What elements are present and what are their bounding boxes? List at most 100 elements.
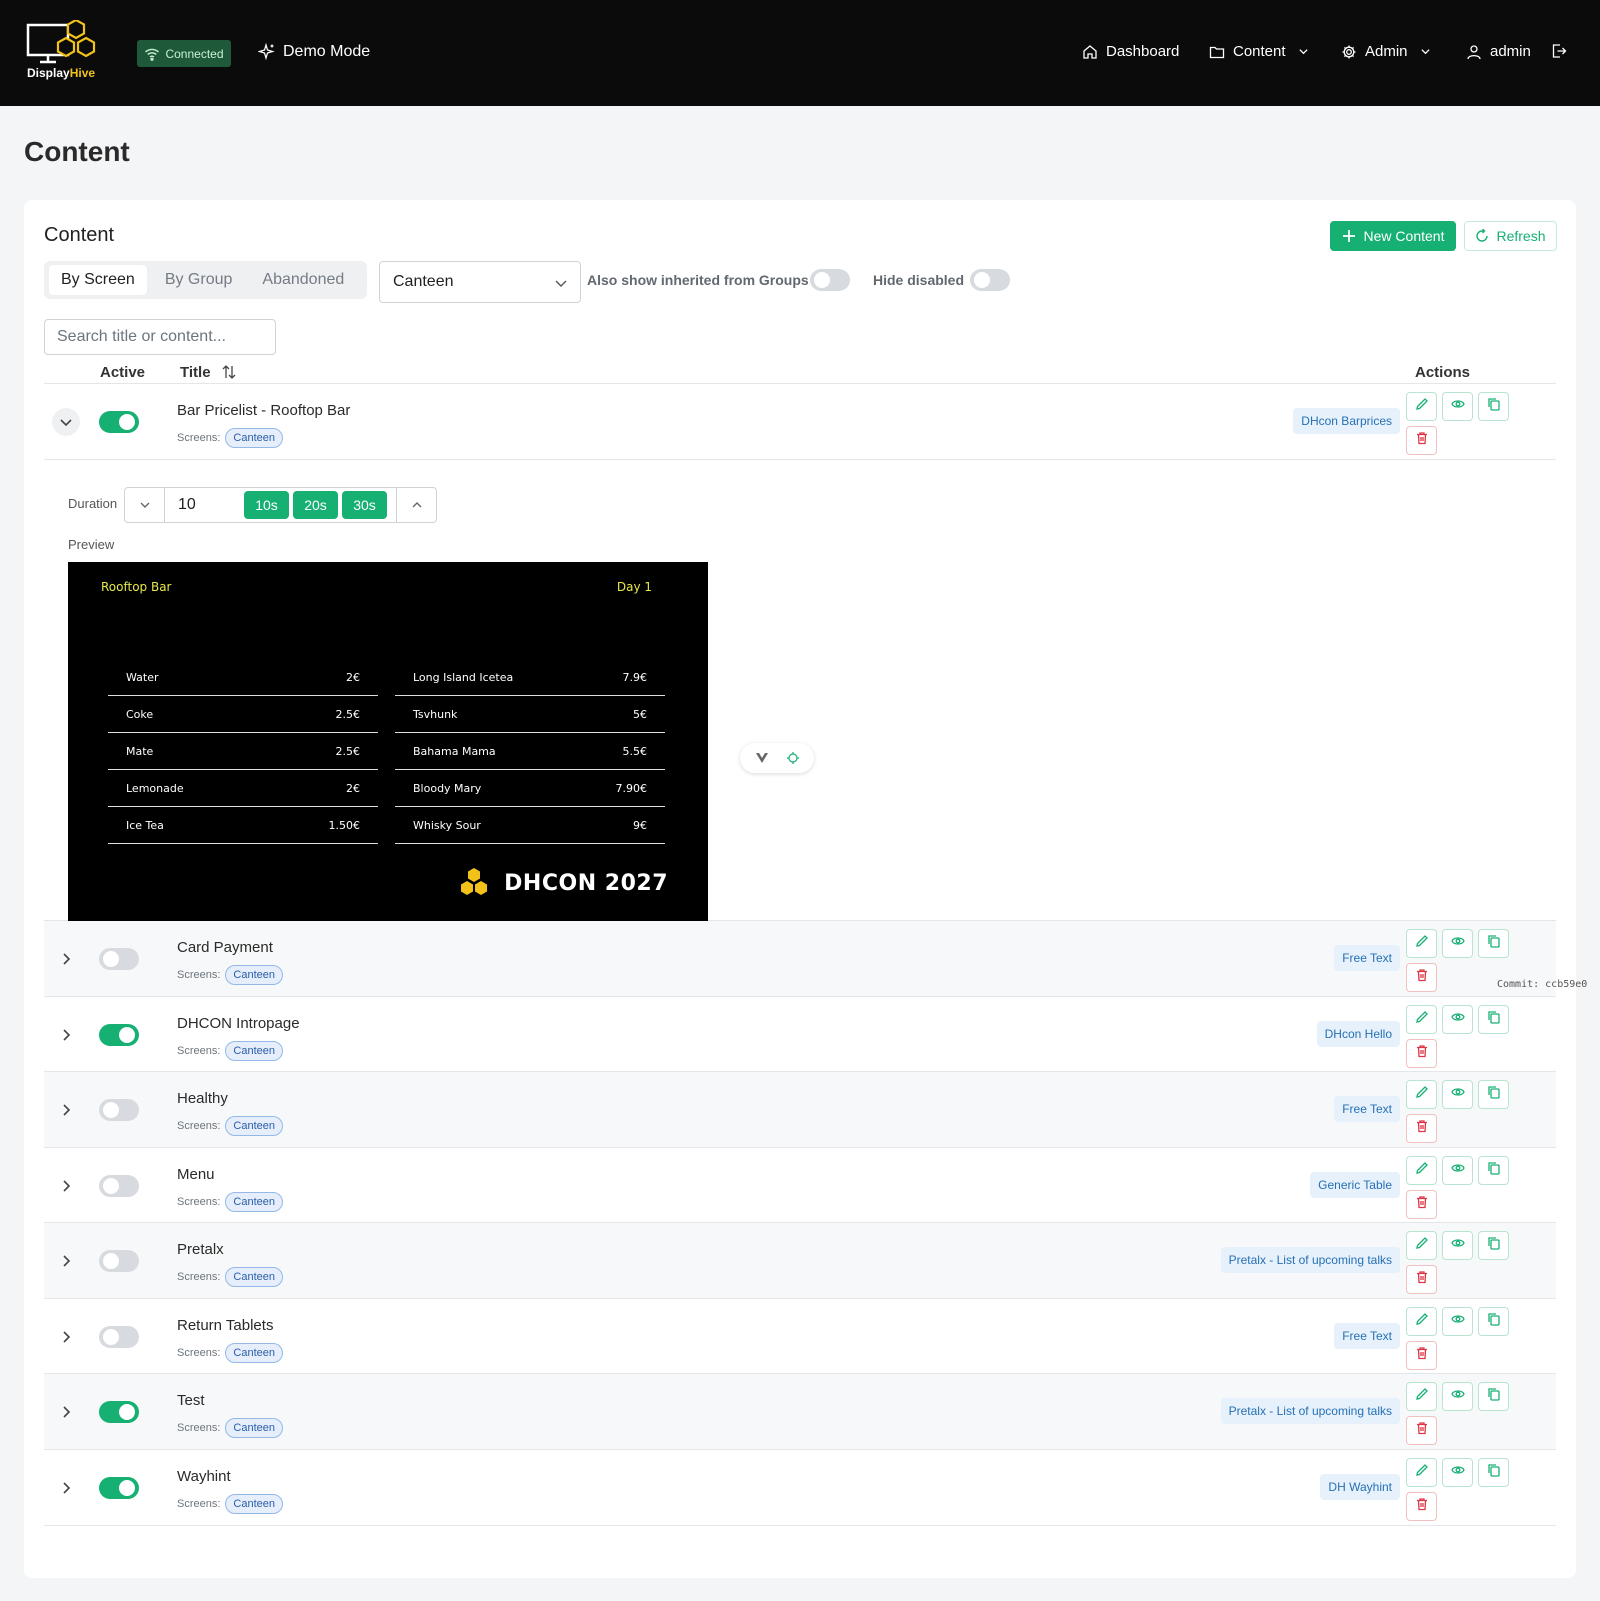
tab-by-group[interactable]: By Group [153,265,245,295]
delete-button[interactable] [1406,1038,1437,1068]
preview-button[interactable] [1442,929,1473,958]
row-expand-toggle[interactable] [54,1476,78,1500]
nav-user-menu[interactable]: admin [1466,43,1531,60]
duration-input[interactable]: 10 [178,496,196,514]
row-expand-toggle[interactable] [54,1023,78,1047]
logout-button[interactable] [1551,43,1567,59]
duplicate-button[interactable] [1478,1382,1509,1411]
search-input[interactable] [44,319,276,355]
row-expand-toggle[interactable] [54,1325,78,1349]
edit-button[interactable] [1406,929,1437,958]
preview-button[interactable] [1442,1080,1473,1109]
delete-button[interactable] [1406,1265,1437,1294]
refresh-button[interactable]: Refresh [1464,221,1557,251]
preview-button[interactable] [1442,1231,1473,1260]
screen-chip[interactable]: Canteen [225,1040,284,1061]
row-active-toggle[interactable] [99,411,139,433]
row-expand-toggle[interactable] [54,947,78,971]
screen-chip[interactable]: Canteen [225,965,284,985]
screens-label: Screens: [177,1271,221,1283]
row-expand-toggle[interactable] [54,1174,78,1198]
edit-button[interactable] [1406,1004,1437,1034]
screen-chip[interactable]: Canteen [225,428,284,448]
demo-mode-indicator[interactable]: Demo Mode [258,43,370,61]
delete-button[interactable] [1406,1340,1437,1370]
new-content-button[interactable]: New Content [1330,221,1456,251]
preset-30s-button[interactable]: 30s [342,491,387,519]
preview-button[interactable] [1442,1382,1473,1411]
screen-select[interactable]: Canteen [379,261,581,303]
commit-hash: Commit: ccb59e0 [1497,979,1588,990]
row-title[interactable]: Healthy [177,1090,228,1107]
screen-chip[interactable]: Canteen [225,1494,284,1514]
delete-button[interactable] [1406,426,1437,455]
row-active-toggle[interactable] [99,1325,139,1348]
row-active-toggle[interactable] [99,948,139,970]
crosshair-icon[interactable] [786,751,800,765]
delete-button[interactable] [1406,1416,1437,1445]
preset-10s-button[interactable]: 10s [244,491,289,519]
screen-chip[interactable]: Canteen [225,1342,284,1363]
row-expand-toggle[interactable] [54,1098,78,1122]
row-title[interactable]: DHCON Intropage [177,1015,300,1032]
row-active-toggle[interactable] [99,1174,139,1197]
duplicate-button[interactable] [1478,1231,1509,1260]
screen-chip[interactable]: Canteen [225,1191,284,1212]
preview-button[interactable] [1442,1458,1473,1487]
preview-button[interactable] [1442,1004,1473,1034]
delete-button[interactable] [1406,963,1437,992]
edit-button[interactable] [1406,1231,1437,1260]
preview-button[interactable] [1442,1306,1473,1336]
duplicate-button[interactable] [1478,929,1509,958]
row-screens: Screens: Canteen [177,1040,284,1061]
duration-decrement-button[interactable] [125,488,165,522]
row-expand-toggle[interactable] [52,408,80,436]
edit-button[interactable] [1406,1080,1437,1109]
row-title[interactable]: Bar Pricelist - Rooftop Bar [177,402,350,419]
column-header-title[interactable]: Title [180,364,237,381]
tab-abandoned[interactable]: Abandoned [250,265,356,295]
delete-button[interactable] [1406,1114,1437,1143]
duplicate-button[interactable] [1478,1080,1509,1109]
nav-dashboard[interactable]: Dashboard [1082,43,1179,60]
row-active-toggle[interactable] [99,1401,139,1423]
row-title[interactable]: Wayhint [177,1468,231,1485]
inherited-toggle[interactable] [810,269,850,291]
row-title[interactable]: Pretalx [177,1241,224,1258]
edit-button[interactable] [1406,1382,1437,1411]
duplicate-button[interactable] [1478,1004,1509,1034]
duplicate-button[interactable] [1478,1458,1509,1487]
delete-button[interactable] [1406,1189,1437,1219]
screen-chip[interactable]: Canteen [225,1418,284,1438]
nav-content-menu[interactable]: Content [1209,43,1309,60]
duplicate-button[interactable] [1478,392,1509,421]
edit-button[interactable] [1406,1155,1437,1185]
screen-chip[interactable]: Canteen [225,1267,284,1287]
preview-button[interactable] [1442,1155,1473,1185]
row-expand-toggle[interactable] [54,1400,78,1424]
edit-button[interactable] [1406,1306,1437,1336]
delete-button[interactable] [1406,1492,1437,1521]
row-title[interactable]: Test [177,1392,205,1409]
row-active-toggle[interactable] [99,1250,139,1272]
duplicate-button[interactable] [1478,1155,1509,1185]
edit-button[interactable] [1406,392,1437,421]
vue-logo-icon[interactable] [755,751,769,765]
row-title[interactable]: Menu [177,1166,215,1183]
nav-admin-menu[interactable]: Admin [1341,43,1431,60]
tab-by-screen[interactable]: By Screen [49,265,147,295]
row-active-toggle[interactable] [99,1477,139,1499]
row-title[interactable]: Return Tablets [177,1317,273,1334]
row-expand-toggle[interactable] [54,1249,78,1273]
toggle-knob [974,272,990,288]
edit-button[interactable] [1406,1458,1437,1487]
row-active-toggle[interactable] [99,1023,139,1046]
duration-increment-button[interactable] [396,488,436,522]
hide-disabled-toggle[interactable] [970,269,1010,291]
duplicate-button[interactable] [1478,1306,1509,1336]
screen-chip[interactable]: Canteen [225,1116,284,1136]
preview-button[interactable] [1442,392,1473,421]
preset-20s-button[interactable]: 20s [293,491,338,519]
row-active-toggle[interactable] [99,1099,139,1121]
row-title[interactable]: Card Payment [177,939,273,956]
